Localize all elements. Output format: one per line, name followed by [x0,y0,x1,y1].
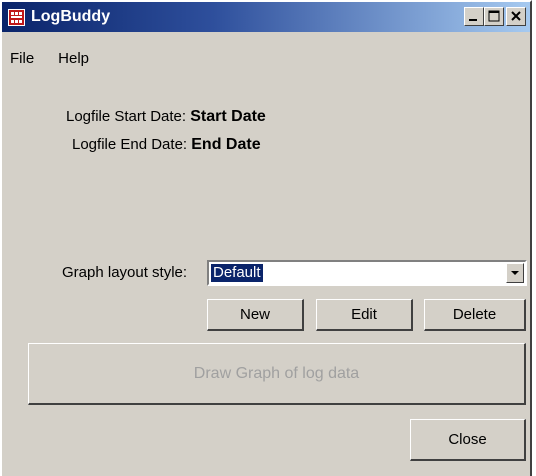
close-button-label: Close [448,431,487,448]
draw-graph-button[interactable]: Draw Graph of log data [28,343,526,405]
logfile-end-label: Logfile End Date: [72,136,188,153]
graph-layout-select[interactable]: Default [207,260,527,286]
window-title: LogBuddy [31,8,111,25]
logfile-end-row: Logfile End Date: End Date [72,136,261,154]
maximize-icon [488,10,500,22]
graph-layout-selected-value: Default [211,264,263,282]
new-button-label: New [239,306,270,323]
logfile-start-value: Start Date [190,108,266,125]
chevron-down-icon [511,271,519,275]
draw-graph-button-label: Draw Graph of log data [193,364,360,382]
app-icon[interactable] [8,8,25,26]
close-button[interactable]: Close [410,419,526,461]
minimize-button[interactable] [464,7,484,26]
maximize-button[interactable] [484,7,504,26]
logfile-end-value: End Date [191,136,261,153]
graph-layout-label: Graph layout style: [62,264,188,281]
edit-button[interactable]: Edit [316,299,413,331]
menu-bar: File Help [2,46,530,70]
logfile-start-label: Logfile Start Date: [66,108,187,125]
minimize-icon [469,19,477,21]
delete-button-label: Delete [452,306,497,323]
title-bar[interactable]: LogBuddy [2,2,530,32]
new-button[interactable]: New [207,299,304,331]
window-controls [464,7,526,26]
close-window-button[interactable] [506,7,526,26]
delete-button[interactable]: Delete [424,299,526,331]
edit-button-label: Edit [351,306,377,323]
dropdown-button[interactable] [506,263,524,283]
menu-help[interactable]: Help [50,50,99,67]
app-window: LogBuddy File Help Logfile Start Date: S… [0,0,532,476]
close-icon [511,11,521,21]
logfile-start-row: Logfile Start Date: Start Date [66,108,266,126]
menu-file[interactable]: File [2,50,44,67]
